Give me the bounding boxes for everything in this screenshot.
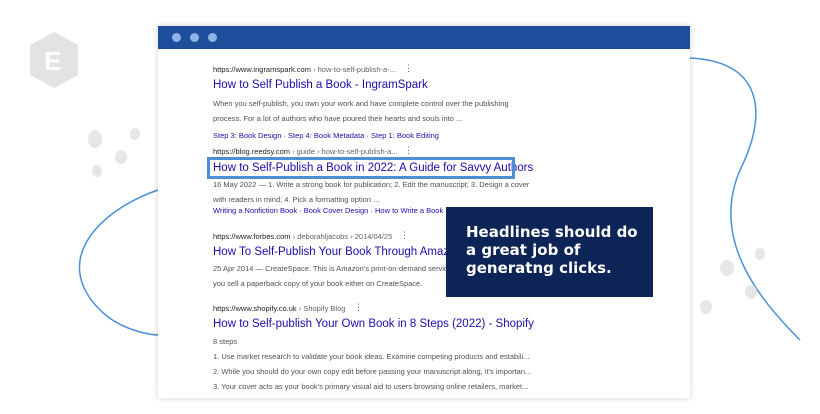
title-highlight: [207, 157, 515, 179]
snippet-line: process. For a lot of authors who have p…: [213, 114, 463, 123]
sitelinks[interactable]: Writing a Nonfiction Book · Book Cover D…: [213, 206, 475, 215]
url-path: › guide › how-to-self-publish-a...: [289, 147, 398, 156]
decor-dot: [88, 130, 102, 148]
snippet-line: 8 steps: [213, 337, 238, 346]
window-dot-icon[interactable]: [208, 33, 217, 42]
decor-dot: [745, 285, 757, 299]
more-options-icon[interactable]: ⋮: [354, 302, 363, 313]
window-dot-icon[interactable]: [190, 33, 199, 42]
decor-dot: [115, 150, 127, 164]
snippet-line: with readers in mind; 4. Pick a formatti…: [213, 195, 380, 204]
logo: E: [28, 30, 80, 90]
more-options-icon[interactable]: ⋮: [400, 230, 409, 241]
logo-icon: E: [30, 32, 78, 88]
svg-text:E: E: [44, 46, 61, 76]
url-domain: https://blog.reedsy.com: [213, 147, 290, 156]
result-title[interactable]: How To Self-Publish Your Book Through Am…: [213, 246, 462, 258]
result-snippet: When you self-publish, you own your work…: [213, 96, 509, 126]
result-snippet: 16 May 2022 — 1. Write a strong book for…: [213, 177, 529, 207]
url-path: › how-to-self-publish-a-...: [310, 65, 396, 74]
decor-dot: [755, 248, 765, 260]
more-options-icon[interactable]: ⋮: [404, 145, 413, 156]
url-path: › Shopify Blog: [296, 304, 346, 313]
result-url[interactable]: https://www.ingramspark.com › how-to-sel…: [213, 65, 396, 74]
url-domain: https://www.ingramspark.com: [213, 65, 311, 74]
result-snippet: 25 Apr 2014 — CreateSpace. This is Amazo…: [213, 261, 452, 291]
decor-dot: [700, 300, 712, 314]
callout-box: Headlines should do a great job of gener…: [446, 207, 653, 297]
decor-dot: [92, 165, 102, 177]
result-url[interactable]: https://www.forbes.com › deborahljacobs …: [213, 232, 392, 241]
decor-dot: [130, 128, 140, 140]
result-snippet: 8 steps 1. Use market research to validat…: [213, 334, 531, 394]
snippet-line: 2. While you should do your own copy edi…: [213, 367, 532, 376]
snippet-line: 25 Apr 2014 — CreateSpace. This is Amazo…: [213, 264, 452, 273]
sitelinks[interactable]: Step 3: Book Design · Step 4: Book Metad…: [213, 131, 439, 140]
more-options-icon[interactable]: ⋮: [404, 63, 413, 74]
title-bar: [158, 26, 690, 49]
url-domain: https://www.shopify.co.uk: [213, 304, 297, 313]
url-domain: https://www.forbes.com: [213, 232, 291, 241]
snippet-line: 3. Your cover acts as your book's primar…: [213, 382, 529, 391]
url-path: › deborahljacobs › 2014/04/25: [290, 232, 393, 241]
result-title[interactable]: How to Self-publish Your Own Book in 8 S…: [213, 318, 534, 330]
snippet-line: 1. Use market research to validate your …: [213, 352, 530, 361]
result-url[interactable]: https://www.shopify.co.uk › Shopify Blog: [213, 304, 345, 313]
window-dot-icon[interactable]: [172, 33, 181, 42]
result-url[interactable]: https://blog.reedsy.com › guide › how-to…: [213, 147, 398, 156]
snippet-line: 16 May 2022 — 1. Write a strong book for…: [213, 180, 530, 189]
result-title[interactable]: How to Self Publish a Book - IngramSpark: [213, 79, 428, 91]
snippet-line: When you self-publish, you own your work…: [213, 99, 509, 108]
decor-dot: [720, 260, 734, 276]
snippet-line: you sell a paperback copy of your book e…: [213, 279, 423, 288]
